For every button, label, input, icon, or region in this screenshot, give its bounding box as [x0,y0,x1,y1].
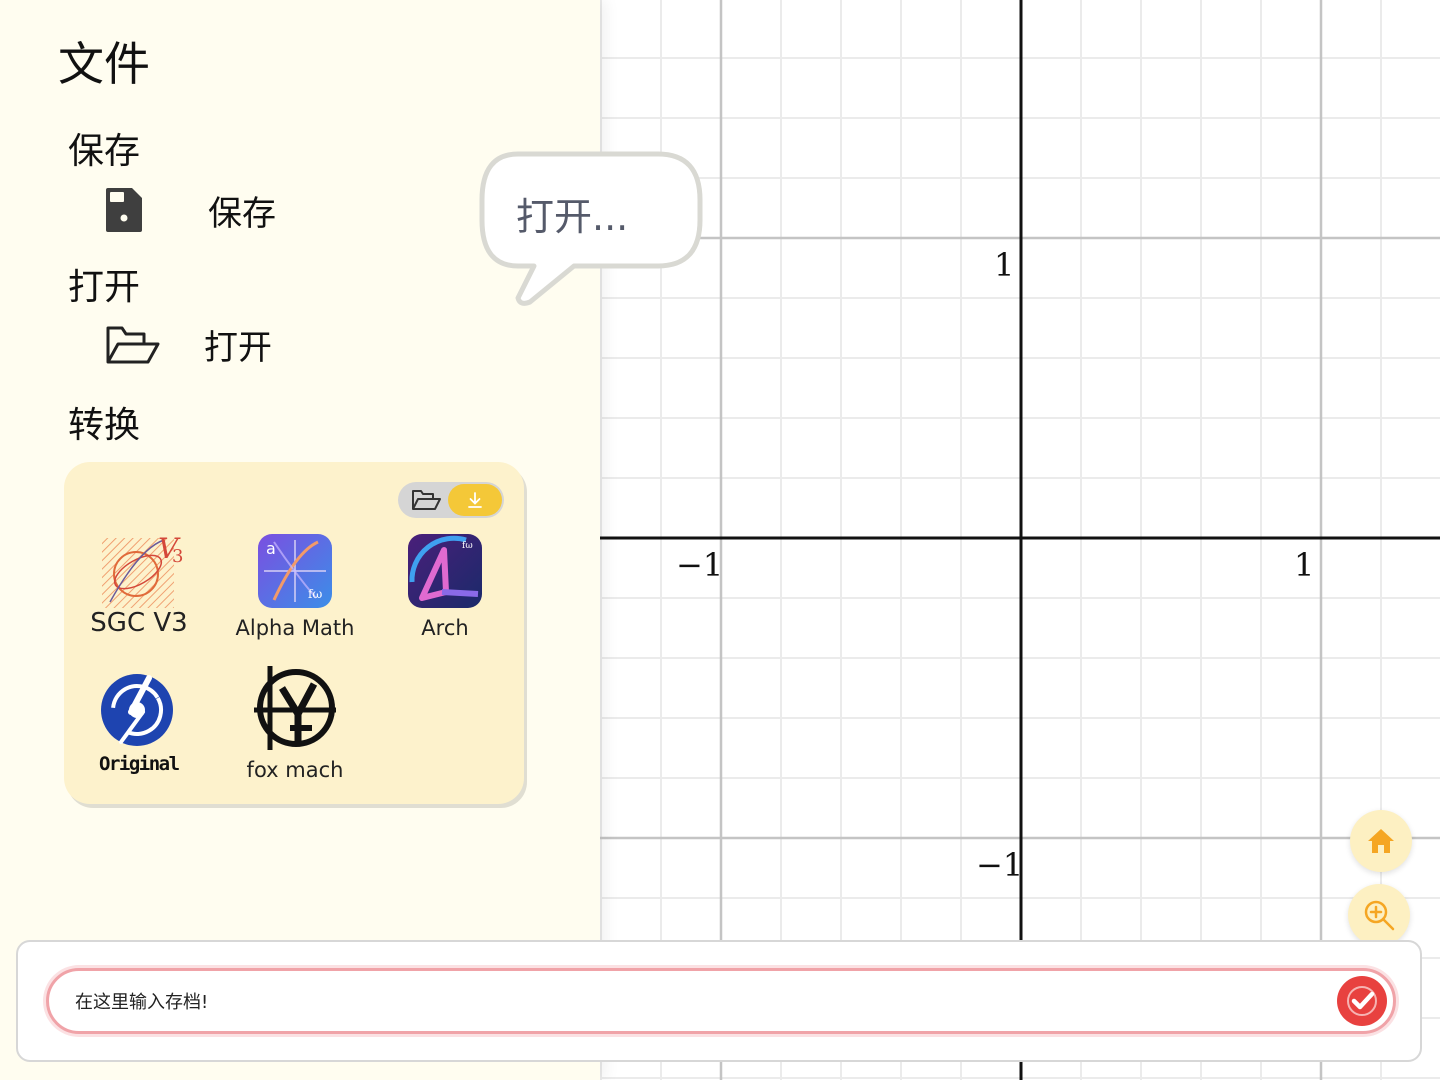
toggle-folder-icon[interactable] [410,488,442,512]
svg-text:fω: fω [462,541,473,551]
toggle-download-icon[interactable] [448,484,502,516]
archive-input[interactable] [73,981,1317,1023]
folder-open-icon [104,316,160,372]
app-name: Alpha Math [235,616,355,640]
mode-toggle[interactable] [398,482,504,518]
section-open-heading: 打开 [68,267,141,308]
svg-text:3: 3 [172,546,183,567]
archive-input-panel [16,940,1422,1062]
home-button[interactable] [1350,810,1412,872]
open-button[interactable]: 打开 [104,316,272,372]
archive-input-wrapper [46,968,1396,1034]
section-save-heading: 保存 [68,131,141,172]
home-icon [1368,829,1394,853]
checkmark-icon [1347,986,1377,1016]
sgc-v3-logo: V 3 [100,528,183,608]
app-original[interactable]: Original [74,672,204,776]
sidebar-title: 文件 [58,37,150,91]
alpha-math-logo: a fω [256,532,334,610]
app-name: fox mach [246,758,344,782]
zoom-in-button[interactable] [1348,884,1410,946]
original-logo-text: Original [99,753,180,775]
fox-mach-logo [252,662,338,752]
app-fox-mach[interactable]: fox mach [230,662,360,782]
app-arch[interactable]: fω Arch [380,532,510,640]
svg-text:a: a [266,539,276,558]
section-convert-heading: 转换 [68,405,141,446]
x-tick-neg-one: −1 [676,546,723,584]
zoom-in-icon [1364,900,1395,931]
app-alpha-math[interactable]: a fω Alpha Math [230,532,360,640]
arch-logo: fω [406,532,484,610]
confirm-button[interactable] [1337,976,1387,1026]
open-label: 打开 [204,327,272,368]
save-label: 保存 [208,193,276,234]
app-sgc-v3[interactable]: V 3 SGC V3 [74,528,204,638]
tooltip-text: 打开... [516,195,629,239]
x-tick-one: 1 [1294,546,1314,584]
y-tick-one: 1 [994,246,1014,284]
save-file-icon [96,182,152,238]
app-name: Arch [421,616,469,640]
original-logo: Original [97,672,181,776]
save-button[interactable]: 保存 [96,182,276,238]
app-name: SGC V3 [90,608,188,638]
y-tick-neg-one: −1 [976,846,1023,884]
convert-card: V 3 SGC V3 a fω Alpha Math fω Arch Origi… [64,462,524,804]
svg-text:fω: fω [308,587,322,601]
